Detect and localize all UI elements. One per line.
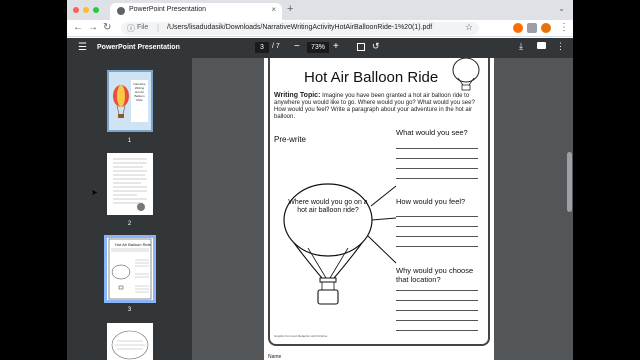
question-why: Why would you choose that location? (396, 266, 474, 284)
browser-window: PowerPoint Presentation × + ⌄ ← → ↻ ⓘ Fi… (67, 0, 573, 360)
svg-text:Hot Air Balloon Ride: Hot Air Balloon Ride (115, 242, 152, 247)
thumbnail-page-4[interactable] (107, 323, 153, 360)
url-text[interactable]: /Users/lisadudasik/Downloads/NarrativeWr… (167, 24, 432, 31)
extension-icon[interactable] (513, 23, 523, 33)
answer-line[interactable] (396, 236, 478, 237)
bookmark-star-icon[interactable]: ☆ (465, 22, 473, 33)
thumbnail-page-1[interactable]: Narrative Writing Hot Air Balloon Ride (107, 70, 153, 132)
rotate-icon[interactable]: ↺ (372, 41, 380, 52)
tab-strip: PowerPoint Presentation × + ⌄ (67, 0, 573, 20)
back-icon[interactable]: ← (73, 22, 83, 33)
scrollbar-thumb[interactable] (567, 152, 572, 212)
extensions-puzzle-icon[interactable] (527, 23, 537, 33)
browser-menu-icon[interactable]: ⋮ (559, 22, 569, 33)
thumbnail-4-art (111, 330, 149, 360)
answer-line[interactable] (396, 320, 478, 321)
fit-page-icon[interactable] (357, 43, 365, 51)
answer-line[interactable] (396, 310, 478, 311)
pdf-viewer[interactable]: Hot Air Balloon Ride Writing Topic: Imag… (192, 58, 573, 360)
thumbnail-1-title: Narrative Writing Hot Air Balloon Ride (131, 82, 148, 102)
thumb1-line: Ride (136, 98, 143, 102)
answer-line[interactable] (396, 148, 478, 149)
zoom-out-button[interactable]: − (294, 41, 300, 52)
sidebar-menu-icon[interactable]: ☰ (78, 42, 87, 53)
minimize-window-icon[interactable] (83, 7, 89, 13)
reload-icon[interactable]: ↻ (103, 22, 111, 33)
page-total: / 7 (272, 43, 280, 50)
close-window-icon[interactable] (73, 7, 79, 13)
thumbnail-page-2[interactable] (107, 153, 153, 215)
thumbnail-label: 3 (127, 307, 132, 313)
close-tab-icon[interactable]: × (271, 5, 276, 14)
answer-line[interactable] (396, 226, 478, 227)
new-tab-button[interactable]: + (287, 3, 293, 15)
browser-toolbar: ← → ↻ ⓘ File | /Users/lisadudasik/Downlo… (67, 20, 573, 37)
forward-icon[interactable]: → (88, 22, 98, 33)
viewer-scrollbar[interactable] (566, 58, 573, 360)
pdf-page-3: Hot Air Balloon Ride Writing Topic: Imag… (264, 58, 494, 356)
answer-line[interactable] (396, 330, 478, 331)
thumbnail-sidebar: Narrative Writing Hot Air Balloon Ride 1 (67, 58, 192, 360)
tab-search-icon[interactable]: ⌄ (558, 4, 565, 13)
profile-avatar[interactable] (541, 23, 551, 33)
answer-line[interactable] (396, 290, 478, 291)
info-icon[interactable]: ⓘ (127, 23, 135, 34)
tab-active[interactable]: PowerPoint Presentation × (110, 3, 282, 20)
url-separator: | (157, 23, 160, 32)
zoom-input[interactable]: 73% (307, 42, 329, 53)
answer-line[interactable] (396, 168, 478, 169)
thumbnail-2-art (113, 158, 147, 211)
answer-line[interactable] (396, 158, 478, 159)
answer-line[interactable] (396, 216, 478, 217)
thumbnail-label: 2 (127, 221, 132, 227)
tab-title: PowerPoint Presentation (129, 6, 207, 13)
mouse-cursor-icon: ➤ (91, 188, 98, 197)
answer-line[interactable] (396, 300, 478, 301)
download-icon[interactable]: ⤓ (519, 41, 523, 52)
name-label: Name (268, 354, 282, 360)
question-see: What would you see? (396, 128, 468, 137)
url-scheme: File (137, 24, 149, 31)
answer-line[interactable] (396, 178, 478, 179)
page-number-input[interactable]: 3 (255, 42, 269, 53)
thumbnail-3-art: Hot Air Balloon Ride (108, 238, 152, 300)
maximize-window-icon[interactable] (93, 7, 99, 13)
pdf-title: PowerPoint Presentation (97, 44, 180, 51)
thumbnail-label: 1 (127, 138, 132, 144)
address-bar[interactable]: ⓘ File | /Users/lisadudasik/Downloads/Na… (121, 22, 479, 35)
more-actions-icon[interactable]: ⋮ (556, 41, 565, 52)
pdf-page-4: Name (264, 351, 494, 360)
thumbnail-page-3[interactable]: Hot Air Balloon Ride (104, 235, 156, 303)
balloon-question: Where would you go on a hot air balloon … (288, 199, 368, 214)
globe-icon (117, 7, 125, 15)
answer-line[interactable] (396, 246, 478, 247)
print-icon[interactable] (537, 42, 546, 49)
question-feel: How would you feel? (396, 197, 466, 206)
page-footnote: Graphic from Hot Metaphor with Kristine (274, 334, 328, 338)
zoom-in-button[interactable]: + (333, 41, 339, 52)
pdf-toolbar: ☰ PowerPoint Presentation 3 / 7 − 73% + … (67, 38, 573, 58)
